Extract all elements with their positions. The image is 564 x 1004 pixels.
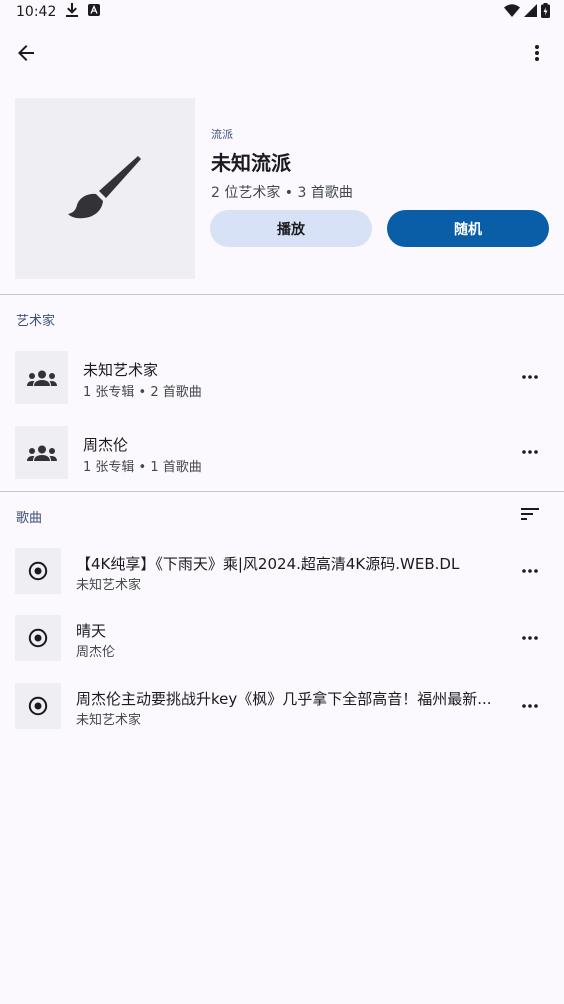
shuffle-button[interactable]: 随机: [387, 210, 549, 247]
artist-more-button[interactable]: [510, 432, 550, 472]
artist-row[interactable]: 未知艺术家 1 张专辑 • 2 首歌曲: [0, 351, 564, 417]
artist-row[interactable]: 周杰伦 1 张专辑 • 1 首歌曲: [0, 426, 564, 492]
top-app-bar: [0, 28, 564, 78]
more-horiz-icon: [522, 450, 538, 454]
genre-info: 流派 未知流派 2 位艺术家 • 3 首歌曲: [211, 126, 549, 202]
more-vert-icon: [535, 45, 539, 61]
song-title: 【4K纯享】《下雨天》乘|风2024.超高清4K源码.WEB.DL: [76, 555, 460, 573]
sort-button[interactable]: [510, 494, 550, 534]
wifi-icon: [504, 3, 520, 21]
brush-icon: [68, 155, 141, 218]
status-bar: 10:42: [0, 0, 564, 24]
artist-name: 未知艺术家: [83, 361, 159, 379]
song-title: 晴天: [76, 622, 107, 640]
divider: [0, 294, 564, 295]
song-more-button[interactable]: [510, 618, 550, 658]
more-horiz-icon: [522, 636, 538, 640]
sort-icon: [521, 508, 539, 520]
song-title: 周杰伦主动要挑战升key《枫》几乎拿下全部高音！福州最新...: [76, 690, 492, 708]
group-icon: [26, 445, 57, 461]
song-more-button[interactable]: [510, 551, 550, 591]
group-icon: [26, 370, 57, 386]
artist-more-button[interactable]: [510, 357, 550, 397]
album-icon: [28, 696, 48, 716]
download-icon: [66, 3, 79, 21]
back-button[interactable]: [6, 33, 46, 73]
song-row[interactable]: 【4K纯享】《下雨天》乘|风2024.超高清4K源码.WEB.DL 未知艺术家: [0, 548, 564, 614]
song-artist: 未知艺术家: [76, 713, 142, 728]
app-notification-icon: [88, 4, 101, 20]
genre-meta: 2 位艺术家 • 3 首歌曲: [211, 185, 353, 201]
album-icon: [28, 561, 48, 581]
more-horiz-icon: [522, 569, 538, 573]
artist-name: 周杰伦: [83, 436, 129, 454]
genre-header: 流派 未知流派 2 位艺术家 • 3 首歌曲 播放 随机: [15, 98, 549, 279]
status-right: [504, 2, 550, 22]
artist-meta: 1 张专辑 • 1 首歌曲: [83, 460, 202, 475]
song-row[interactable]: 周杰伦主动要挑战升key《枫》几乎拿下全部高音！福州最新... 未知艺术家: [0, 683, 564, 749]
artist-thumbnail: [15, 351, 68, 404]
overflow-menu-button[interactable]: [517, 33, 557, 73]
status-time: 10:42: [16, 4, 57, 20]
arrow-back-icon: [18, 45, 34, 61]
genre-caption: 流派: [211, 128, 233, 141]
song-more-button[interactable]: [510, 686, 550, 726]
more-horiz-icon: [522, 375, 538, 379]
more-horiz-icon: [522, 704, 538, 708]
battery-icon: [541, 2, 550, 22]
artist-meta: 1 张专辑 • 2 首歌曲: [83, 385, 202, 400]
genre-cover: [15, 98, 195, 279]
song-row[interactable]: 晴天 周杰伦: [0, 615, 564, 681]
song-thumbnail: [15, 683, 61, 729]
song-thumbnail: [15, 548, 61, 594]
album-icon: [28, 628, 48, 648]
artist-thumbnail: [15, 426, 68, 479]
song-artist: 周杰伦: [76, 645, 116, 660]
status-left: 10:42: [16, 3, 101, 21]
signal-icon: [524, 3, 537, 21]
divider: [0, 491, 564, 492]
song-artist: 未知艺术家: [76, 578, 142, 593]
artists-section-title: 艺术家: [16, 314, 56, 329]
genre-title: 未知流派: [211, 151, 291, 175]
play-button[interactable]: 播放: [210, 210, 372, 247]
song-thumbnail: [15, 615, 61, 661]
songs-section-title: 歌曲: [16, 511, 43, 526]
